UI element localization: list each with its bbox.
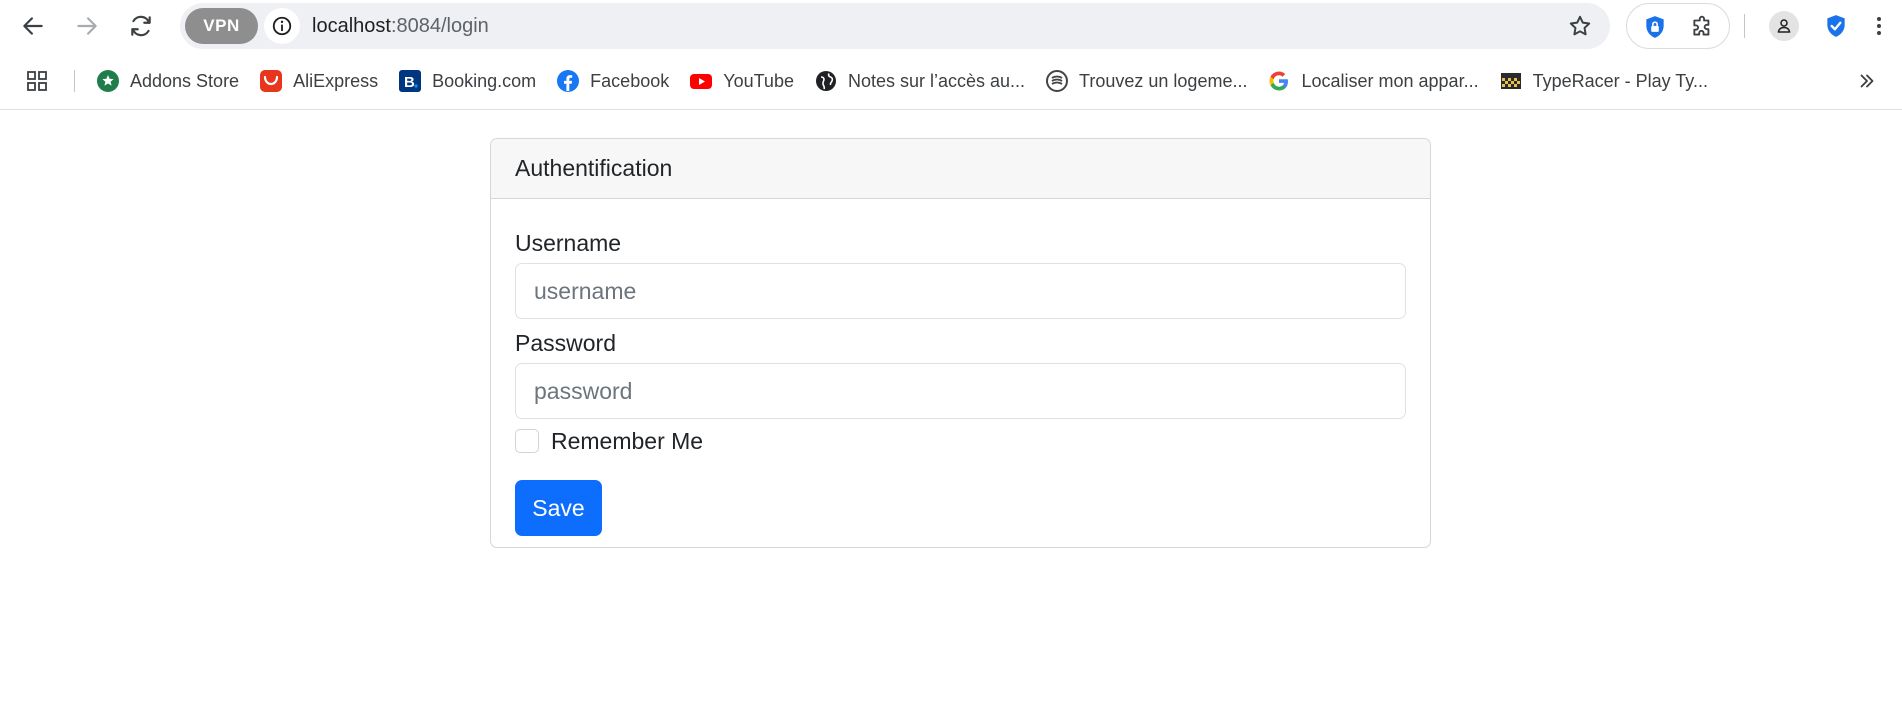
avatar bbox=[1769, 11, 1799, 41]
back-arrow-icon bbox=[23, 17, 43, 35]
url-path: :8084/login bbox=[390, 15, 489, 37]
star-icon bbox=[1569, 15, 1591, 36]
facebook-icon bbox=[556, 69, 580, 93]
back-button[interactable] bbox=[13, 6, 53, 46]
remember-me-label[interactable]: Remember Me bbox=[551, 428, 703, 455]
bookmark-label: Localiser mon appar... bbox=[1301, 70, 1479, 91]
forward-arrow-icon bbox=[77, 17, 97, 35]
bookmark-label: TypeRacer - Play Ty... bbox=[1532, 70, 1708, 91]
bookmark-booking[interactable]: B Booking.com bbox=[388, 63, 546, 99]
addons-store-icon bbox=[96, 69, 120, 93]
remember-me-checkbox[interactable] bbox=[515, 429, 539, 453]
google-icon bbox=[1267, 69, 1291, 93]
url-text[interactable]: localhost:8084/login bbox=[312, 3, 489, 49]
reload-button[interactable] bbox=[121, 6, 161, 46]
remember-me-row: Remember Me bbox=[515, 426, 1406, 456]
login-form: Username Password Remember Me Save bbox=[491, 199, 1430, 536]
lock-shield-icon bbox=[1646, 16, 1664, 38]
site-info-button[interactable] bbox=[264, 8, 300, 44]
svg-text:B: B bbox=[404, 74, 415, 91]
reload-icon bbox=[131, 15, 151, 37]
vpn-button[interactable]: VPN bbox=[185, 8, 258, 44]
apps-button[interactable] bbox=[22, 66, 52, 96]
puzzle-icon bbox=[1693, 15, 1710, 36]
youtube-icon bbox=[689, 69, 713, 93]
save-button[interactable]: Save bbox=[515, 480, 602, 536]
browser-toolbar: VPN localhost:8084/login bbox=[0, 0, 1902, 52]
extensions-button[interactable] bbox=[1685, 9, 1721, 45]
booking-icon: B bbox=[398, 69, 422, 93]
bookmark-list: Addons Store AliExpress B Booking.com Fa… bbox=[86, 52, 1718, 110]
bookmark-label: Notes sur l’accès au... bbox=[847, 70, 1026, 91]
username-input[interactable] bbox=[515, 263, 1406, 319]
url-host: localhost bbox=[312, 15, 391, 37]
password-label: Password bbox=[515, 330, 616, 356]
kebab-menu-icon bbox=[1877, 17, 1881, 35]
apps-grid-icon bbox=[27, 71, 47, 91]
double-chevron-right-icon bbox=[1860, 74, 1874, 88]
bookmark-youtube[interactable]: YouTube bbox=[679, 63, 804, 99]
globe-icon bbox=[814, 69, 838, 93]
bookmark-label: Booking.com bbox=[432, 70, 537, 91]
profile-icon bbox=[1777, 19, 1791, 33]
more-bookmarks-button[interactable] bbox=[1850, 64, 1884, 98]
bookmark-label: YouTube bbox=[723, 70, 794, 91]
login-card: Authentification Username Password Remem… bbox=[490, 138, 1431, 548]
address-bar[interactable]: VPN localhost:8084/login bbox=[180, 3, 1610, 49]
password-input[interactable] bbox=[515, 363, 1406, 419]
typeracer-icon bbox=[1499, 69, 1523, 93]
password-manager-button[interactable] bbox=[1637, 9, 1673, 45]
bookmark-addons-store[interactable]: Addons Store bbox=[86, 63, 249, 99]
bookmark-label: Trouvez un logeme... bbox=[1079, 70, 1248, 91]
profile-button[interactable] bbox=[1766, 8, 1802, 44]
bookmarks-bar: Addons Store AliExpress B Booking.com Fa… bbox=[0, 52, 1902, 110]
card-header: Authentification bbox=[491, 139, 1430, 199]
forward-button[interactable] bbox=[67, 6, 107, 46]
bookmarks-divider bbox=[74, 70, 75, 92]
logement-icon bbox=[1045, 69, 1069, 93]
check-shield-icon bbox=[1827, 15, 1845, 37]
aliexpress-icon bbox=[259, 69, 283, 93]
browser-menu-button[interactable] bbox=[1862, 8, 1896, 44]
bookmark-label: Addons Store bbox=[130, 70, 240, 91]
username-label: Username bbox=[515, 230, 622, 256]
security-extension-button[interactable] bbox=[1818, 8, 1854, 44]
bookmark-localiser-appareil[interactable]: Localiser mon appar... bbox=[1257, 63, 1488, 99]
vpn-label: VPN bbox=[203, 16, 240, 35]
bookmark-aliexpress[interactable]: AliExpress bbox=[249, 63, 388, 99]
info-icon bbox=[272, 16, 292, 36]
bookmark-star-button[interactable] bbox=[1562, 8, 1598, 44]
bookmark-label: AliExpress bbox=[293, 70, 379, 91]
bookmark-facebook[interactable]: Facebook bbox=[546, 63, 679, 99]
bookmark-notes-acces[interactable]: Notes sur l’accès au... bbox=[804, 63, 1035, 99]
bookmark-label: Facebook bbox=[590, 70, 670, 91]
bookmark-trouvez-logement[interactable]: Trouvez un logeme... bbox=[1035, 63, 1257, 99]
bookmark-typeracer[interactable]: TypeRacer - Play Ty... bbox=[1489, 63, 1718, 99]
extensions-group bbox=[1626, 3, 1730, 49]
card-title: Authentification bbox=[515, 155, 673, 181]
toolbar-divider bbox=[1744, 14, 1745, 38]
